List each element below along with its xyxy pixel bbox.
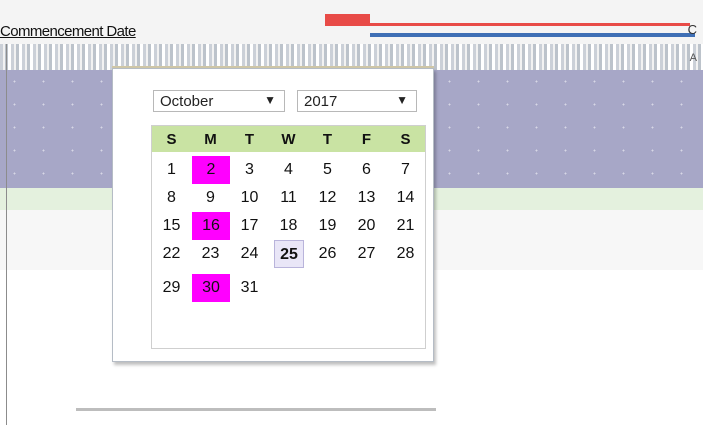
calendar-day[interactable]: 24	[230, 240, 269, 268]
datepicker-footer-area	[150, 372, 670, 388]
calendar-day[interactable]: 7	[386, 156, 425, 184]
field-label-commencement-date: Commencement Date	[0, 23, 136, 40]
calendar-day-highlighted[interactable]: 16	[192, 212, 230, 240]
calendar-day[interactable]: 14	[386, 184, 425, 212]
weekday-thu: T	[322, 131, 333, 148]
calendar-day[interactable]: 20	[347, 212, 386, 240]
month-select-value: October	[160, 93, 214, 110]
weekday-wed: W	[281, 131, 296, 148]
year-select[interactable]: 2017 ▼	[297, 90, 417, 112]
decor-blue-line	[370, 33, 695, 37]
calendar-day[interactable]: 5	[308, 156, 347, 184]
calendar-day[interactable]: 18	[269, 212, 308, 240]
calendar-day[interactable]: 6	[347, 156, 386, 184]
decor-red-bar	[325, 14, 370, 26]
calendar-day[interactable]: 12	[308, 184, 347, 212]
chevron-down-icon: ▼	[264, 93, 276, 107]
calendar-day[interactable]: 3	[230, 156, 269, 184]
weekday-sun: S	[166, 131, 177, 148]
month-select[interactable]: October ▼	[153, 90, 285, 112]
calendar-day[interactable]: 10	[230, 184, 269, 212]
calendar-day[interactable]: 31	[230, 274, 269, 302]
page-header: Commencement Date C	[0, 0, 703, 44]
strip-right-text: A	[689, 52, 697, 64]
calendar-day[interactable]: 11	[269, 184, 308, 212]
calendar-day[interactable]: 22	[152, 240, 191, 268]
weekday-fri: F	[361, 131, 372, 148]
calendar-day[interactable]: 28	[386, 240, 425, 268]
calendar-day-today[interactable]: 25	[274, 240, 304, 268]
calendar-grid: S M T W T F S 1 2 3 4 5 6 7 8 9 10 11 12…	[151, 125, 426, 349]
calendar-day[interactable]: 13	[347, 184, 386, 212]
header-right-text: C	[687, 22, 697, 37]
left-border	[6, 44, 7, 425]
decor-red-line	[370, 23, 690, 26]
calendar-day[interactable]: 21	[386, 212, 425, 240]
calendar-day[interactable]: 1	[152, 156, 191, 184]
calendar-day[interactable]: 29	[152, 274, 191, 302]
weekday-sat: S	[400, 131, 411, 148]
calendar-day[interactable]: 27	[347, 240, 386, 268]
calendar-day-highlighted[interactable]: 2	[192, 156, 230, 184]
year-select-value: 2017	[304, 93, 338, 110]
calendar-day[interactable]: 19	[308, 212, 347, 240]
calendar-day[interactable]: 4	[269, 156, 308, 184]
calendar-day[interactable]: 9	[191, 184, 230, 212]
calendar-day[interactable]: 8	[152, 184, 191, 212]
calendar-day[interactable]: 15	[152, 212, 191, 240]
calendar-day[interactable]: 17	[230, 212, 269, 240]
weekday-mon: M	[204, 131, 217, 148]
calendar-day[interactable]: 23	[191, 240, 230, 268]
datepicker-bottom-shadow	[76, 408, 436, 411]
weekday-header: S M T W T F S	[152, 126, 425, 152]
weekday-tue: T	[244, 131, 255, 148]
chevron-down-icon: ▼	[396, 93, 408, 107]
calendar-day[interactable]: 26	[308, 240, 347, 268]
calendar-day-highlighted[interactable]: 30	[192, 274, 230, 302]
